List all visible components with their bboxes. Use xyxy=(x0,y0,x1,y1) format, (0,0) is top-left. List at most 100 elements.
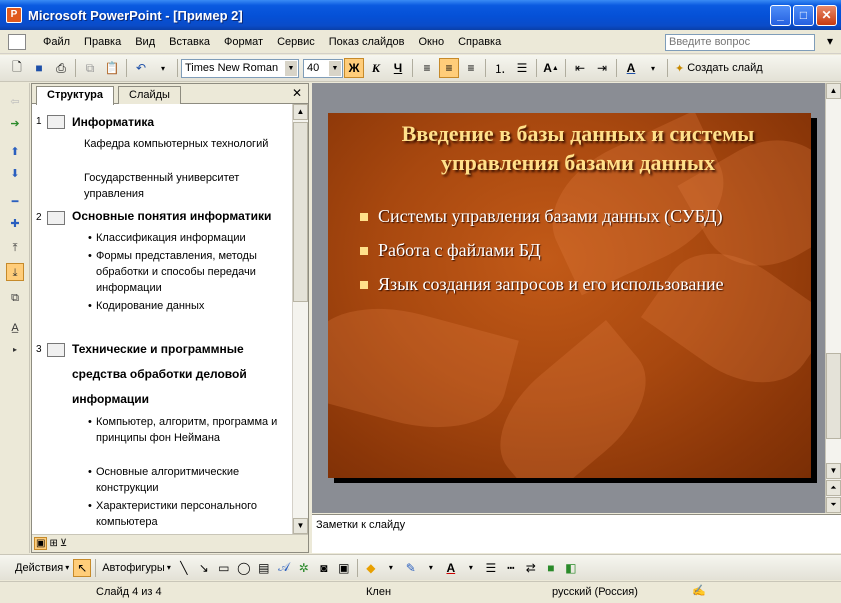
scroll-up-icon[interactable]: ▲ xyxy=(826,83,841,99)
slideshow-view-icon[interactable]: ⊻ xyxy=(60,538,67,549)
arrow-style-icon[interactable]: ⇄ xyxy=(522,559,540,577)
picture-icon[interactable]: ▣ xyxy=(335,559,353,577)
slide-icon[interactable] xyxy=(47,211,65,225)
align-right-icon[interactable]: ≡ xyxy=(461,58,481,78)
copy-icon[interactable]: ⧉ xyxy=(80,58,100,78)
slide-title[interactable]: Введение в базы данных и системы управле… xyxy=(368,119,788,177)
line-style-icon[interactable]: ☰ xyxy=(482,559,500,577)
outline-slide-title[interactable]: Технические и программные средства обраб… xyxy=(72,337,277,412)
menu-close-icon[interactable]: ▾ xyxy=(827,34,833,48)
scroll-down-icon[interactable]: ▼ xyxy=(293,518,308,534)
expand-icon[interactable]: ✚ xyxy=(6,215,24,233)
print-icon[interactable]: ⎙ xyxy=(51,58,71,78)
autoshapes-menu[interactable]: Автофигуры ▾ xyxy=(102,562,171,574)
current-slide[interactable]: Введение в базы данных и системы управле… xyxy=(328,113,811,478)
chevron-down-icon[interactable]: ▾ xyxy=(422,559,440,577)
font-size-select[interactable]: 40 ▼ xyxy=(303,58,343,78)
menu-file[interactable]: Файл xyxy=(36,36,77,48)
outline-bullet[interactable]: Характеристики персонального компьютера xyxy=(88,498,288,530)
menu-window[interactable]: Окно xyxy=(412,36,452,48)
chevron-down-icon[interactable]: ▼ xyxy=(329,60,341,76)
slide-icon[interactable] xyxy=(47,115,65,129)
outline-subtitle[interactable]: Государственный университет управления xyxy=(84,170,284,202)
slide-sorter-icon[interactable]: ⊞ xyxy=(49,538,57,549)
bold-button[interactable]: Ж xyxy=(344,58,364,78)
chevron-down-icon[interactable]: ▾ xyxy=(462,559,480,577)
fill-color-icon[interactable]: ◆ xyxy=(362,559,380,577)
chevron-down-icon[interactable]: ▾ xyxy=(153,58,173,78)
align-left-icon[interactable]: ≡ xyxy=(417,58,437,78)
dash-style-icon[interactable]: ┅ xyxy=(502,559,520,577)
slide-bullet-list[interactable]: Системы управления базами данных (СУБД) … xyxy=(358,203,778,305)
tab-structure[interactable]: Структура xyxy=(36,86,114,105)
chevron-down-icon[interactable]: ▾ xyxy=(643,58,663,78)
decrease-indent-icon[interactable]: ⇤ xyxy=(570,58,590,78)
menu-view[interactable]: Вид xyxy=(128,36,162,48)
font-name-select[interactable]: Times New Roman ▼ xyxy=(181,58,299,78)
diagram-icon[interactable]: ✲ xyxy=(295,559,313,577)
line-color-icon[interactable]: ✎ xyxy=(402,559,420,577)
textbox-icon[interactable]: ▤ xyxy=(255,559,273,577)
bulleted-list-icon[interactable]: ☰ xyxy=(512,58,532,78)
collapse-all-icon[interactable]: ⤒ xyxy=(6,239,24,257)
save-icon[interactable]: ■ xyxy=(29,58,49,78)
outline-bullet[interactable]: Формы представления, методы обработки и … xyxy=(88,248,288,296)
outline-content[interactable]: 1 Информатика Кафедра компьютерных техно… xyxy=(32,106,292,534)
rectangle-icon[interactable]: ▭ xyxy=(215,559,233,577)
outline-bullet[interactable]: Компьютер, алгоритм, программа и принцип… xyxy=(88,414,288,446)
slide-icon[interactable] xyxy=(47,343,65,357)
italic-button[interactable]: К xyxy=(366,58,386,78)
font-color-icon[interactable]: A xyxy=(442,559,460,577)
chevron-down-icon[interactable]: ▼ xyxy=(285,60,297,76)
tab-slides[interactable]: Слайды xyxy=(118,86,181,104)
expand-all-icon[interactable]: ⤓ xyxy=(6,263,24,281)
align-center-icon[interactable]: ≡ xyxy=(439,58,459,78)
chevron-down-icon[interactable]: ▾ xyxy=(382,559,400,577)
paste-icon[interactable]: 📋 xyxy=(102,58,122,78)
outline-slide-title[interactable]: Основные понятия информатики xyxy=(72,205,292,227)
notes-pane[interactable]: Заметки к слайду xyxy=(312,514,841,553)
undo-icon[interactable]: ↶ xyxy=(131,58,151,78)
powerpoint-app-icon[interactable]: P xyxy=(6,7,22,23)
summary-slide-icon[interactable]: ⧉ xyxy=(6,289,24,307)
toolbar-options-icon[interactable]: ▸ xyxy=(6,341,24,359)
collapse-icon[interactable]: ━ xyxy=(6,193,24,211)
line-icon[interactable]: ╲ xyxy=(175,559,193,577)
menu-edit[interactable]: Правка xyxy=(77,36,128,48)
actions-menu[interactable]: Действия ▾ xyxy=(15,562,69,574)
oval-icon[interactable]: ◯ xyxy=(235,559,253,577)
demote-icon[interactable]: ➔ xyxy=(6,115,24,133)
slide-bullet[interactable]: Язык создания запросов и его использован… xyxy=(358,271,778,297)
scroll-thumb[interactable] xyxy=(826,353,841,439)
help-question-input[interactable]: Введите вопрос xyxy=(665,34,815,51)
move-down-icon[interactable]: ⬇ xyxy=(6,165,24,183)
new-document-icon[interactable]: 🗋 xyxy=(7,58,27,78)
select-pointer-icon[interactable]: ↖ xyxy=(73,558,92,577)
create-slide-button[interactable]: ✦ Создать слайд xyxy=(675,62,763,75)
increase-indent-icon[interactable]: ⇥ xyxy=(592,58,612,78)
scroll-up-icon[interactable]: ▲ xyxy=(293,104,308,120)
menu-help[interactable]: Справка xyxy=(451,36,508,48)
font-color-icon[interactable]: A xyxy=(621,58,641,78)
outline-bullet[interactable]: Кодирование данных xyxy=(88,298,288,314)
next-slide-icon[interactable]: ⏷ xyxy=(826,497,841,513)
move-up-icon[interactable]: ⬆ xyxy=(6,143,24,161)
scroll-thumb[interactable] xyxy=(293,122,308,302)
previous-slide-icon[interactable]: ⏶ xyxy=(826,480,841,496)
slide-scrollbar[interactable]: ▲ ▼ ⏶ ⏷ xyxy=(825,83,841,513)
promote-icon[interactable]: ⇦ xyxy=(6,93,24,111)
close-icon[interactable]: ✕ xyxy=(292,86,302,100)
normal-view-icon[interactable]: ▣ xyxy=(34,537,48,550)
menu-insert[interactable]: Вставка xyxy=(162,36,217,48)
shadow-icon[interactable]: ■ xyxy=(542,559,560,577)
maximize-button[interactable]: □ xyxy=(793,5,814,26)
arrow-icon[interactable]: ↘ xyxy=(195,559,213,577)
slide-bullet[interactable]: Работа с файлами БД xyxy=(358,237,778,263)
scroll-down-icon[interactable]: ▼ xyxy=(826,463,841,479)
increase-font-icon[interactable]: A ▲ xyxy=(541,58,561,78)
underline-button[interactable]: Ч xyxy=(388,58,408,78)
wordart-icon[interactable]: 𝒜 xyxy=(275,559,293,577)
outline-subtitle[interactable]: Кафедра компьютерных технологий xyxy=(84,136,284,152)
minimize-button[interactable]: _ xyxy=(770,5,791,26)
numbered-list-icon[interactable]: ⒈ xyxy=(490,58,510,78)
